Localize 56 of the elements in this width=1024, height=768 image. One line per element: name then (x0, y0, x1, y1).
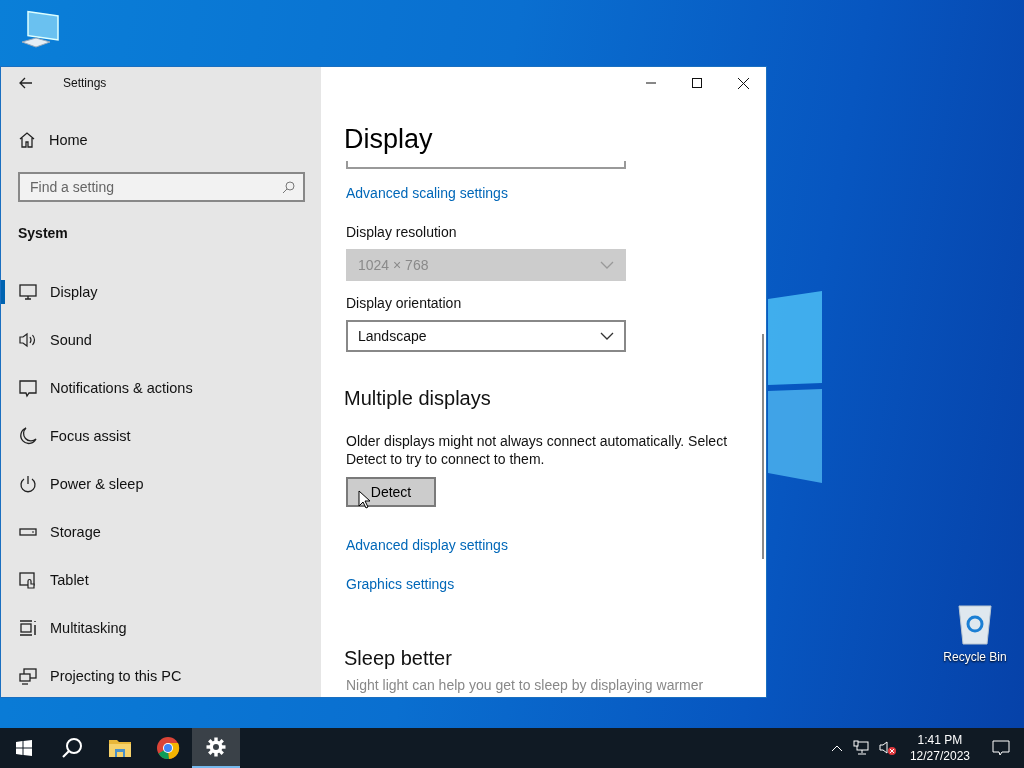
search-icon (282, 181, 295, 194)
cursor-icon (358, 490, 370, 509)
chevron-down-icon (600, 332, 614, 340)
recycle-bin-icon[interactable] (955, 602, 995, 646)
description-text: Older displays might not always connect automatically. Select Detect to try to connect to them. (346, 432, 729, 468)
sidebar-item[interactable]: Multitasking (1, 604, 321, 652)
taskbar-button[interactable] (192, 728, 240, 768)
field-label: Display orientation (346, 294, 462, 313)
page-heading: Display (344, 123, 434, 156)
window-title: Settings (63, 76, 107, 90)
sidebar-item[interactable]: Storage (1, 508, 321, 556)
scrollbar[interactable] (762, 334, 764, 559)
tablet-icon (18, 570, 38, 590)
close-icon (737, 77, 749, 89)
moon-icon (18, 426, 38, 446)
monitor-icon (18, 282, 38, 302)
notifications-icon (992, 740, 1010, 756)
maximize-icon (692, 78, 702, 88)
settings-link[interactable]: Graphics settings (346, 574, 455, 594)
section-heading: Multiple displays (344, 386, 491, 411)
projector-icon (18, 666, 38, 686)
volume-muted-icon (878, 740, 897, 756)
search-field[interactable]: Find a setting (18, 172, 305, 202)
power-icon (18, 474, 38, 494)
windows-start-icon (16, 740, 32, 756)
home-item[interactable]: Home (1, 120, 321, 160)
scaling-link[interactable]: Advanced scaling settings (346, 183, 508, 203)
sidebar-item[interactable]: Sound (1, 316, 321, 364)
description-text: Night light can help you get to sleep by displaying warmer (346, 676, 705, 694)
sidebar-item[interactable]: Notifications & actions (1, 364, 321, 412)
speaker-icon (18, 330, 38, 350)
multitasking-icon (18, 618, 38, 638)
sidebar-item[interactable]: Tablet (1, 556, 321, 604)
search-icon (61, 737, 83, 759)
sidebar-item[interactable]: Projecting to this PC (1, 652, 321, 697)
settings-link[interactable]: Advanced display settings (346, 535, 508, 555)
dropdown[interactable]: Landscape (346, 320, 626, 352)
network-icon (852, 740, 869, 756)
browser-icon (156, 736, 180, 760)
section-heading: Sleep better (344, 646, 452, 671)
chevron-down-icon (600, 261, 614, 269)
chevron-up-icon (830, 744, 843, 752)
back-arrow-icon (19, 77, 33, 89)
section-heading: System (18, 224, 69, 243)
home-icon (18, 131, 36, 149)
desktop-icon-label: Recycle Bin (943, 650, 1007, 664)
field-label: Display resolution (346, 223, 457, 242)
scale-field[interactable] (346, 161, 626, 169)
settings-icon (206, 737, 226, 757)
folder-icon (108, 738, 132, 758)
detect-button[interactable]: Detect (346, 477, 436, 507)
sidebar-item[interactable]: Power & sleep (1, 460, 321, 508)
sidebar-item[interactable]: Display (1, 268, 321, 316)
sidebar-item[interactable]: Focus assist (1, 412, 321, 460)
clock[interactable]: 1:41 PM 12/27/2023 (901, 732, 978, 764)
speech-bubble-icon (18, 378, 38, 398)
